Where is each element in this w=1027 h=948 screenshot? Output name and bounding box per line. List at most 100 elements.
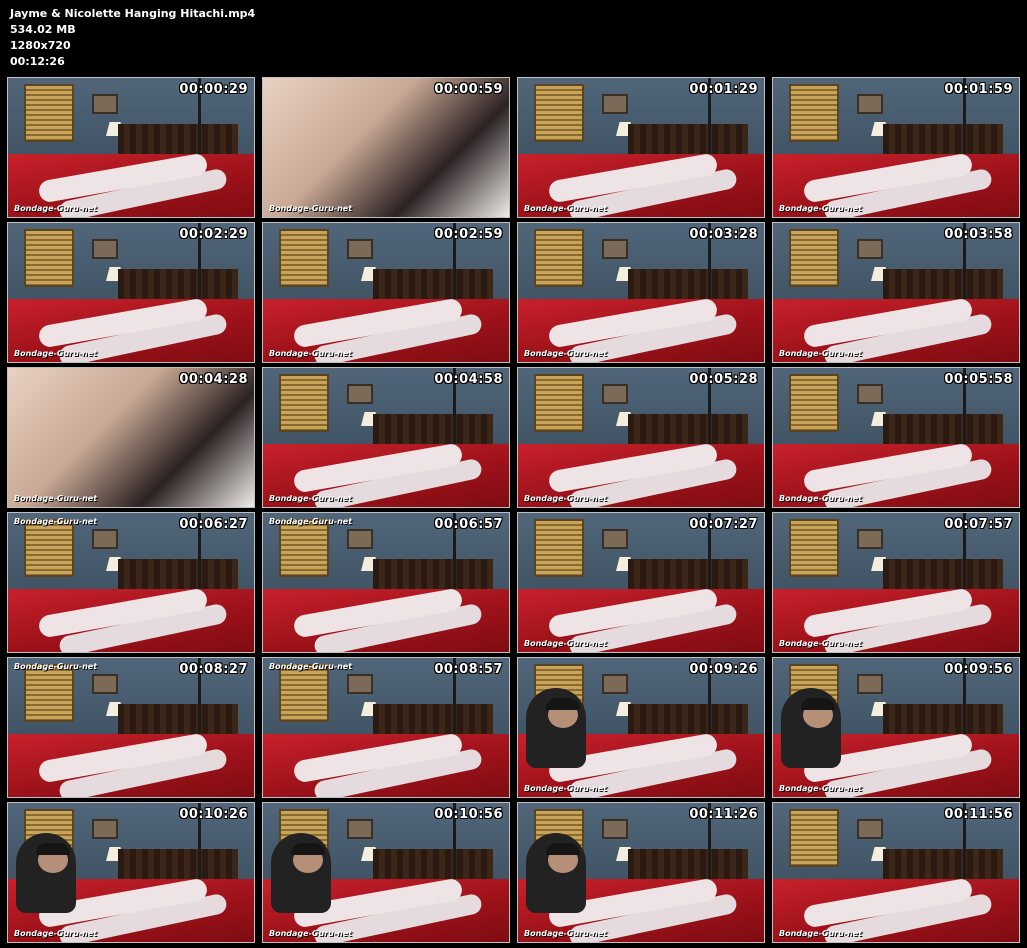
- thumbnail-timestamp: 00:01:59: [944, 82, 1013, 97]
- video-thumbnail[interactable]: 00:08:27 Bondage-Guru-net: [7, 657, 255, 798]
- thumbnail-timestamp: 00:02:59: [434, 227, 503, 242]
- video-thumbnail[interactable]: 00:10:56 Bondage-Guru-net: [262, 802, 510, 943]
- video-thumbnail[interactable]: 00:02:59 Bondage-Guru-net: [262, 222, 510, 363]
- thumbnail-image: [518, 658, 764, 797]
- video-thumbnail[interactable]: 00:01:59 Bondage-Guru-net: [772, 77, 1020, 218]
- thumbnail-timestamp: 00:07:57: [944, 517, 1013, 532]
- video-thumbnail[interactable]: 00:08:57 Bondage-Guru-net: [262, 657, 510, 798]
- thumbnail-timestamp: 00:00:59: [434, 82, 503, 97]
- thumbnail-timestamp: 00:03:28: [689, 227, 758, 242]
- thumbnail-image: [773, 223, 1019, 362]
- thumbnail-timestamp: 00:08:27: [179, 662, 248, 677]
- video-thumbnail[interactable]: 00:09:56 Bondage-Guru-net: [772, 657, 1020, 798]
- thumbnail-timestamp: 00:05:58: [944, 372, 1013, 387]
- thumbnail-timestamp: 00:09:56: [944, 662, 1013, 677]
- thumbnail-timestamp: 00:00:29: [179, 82, 248, 97]
- thumbnail-watermark: Bondage-Guru-net: [14, 662, 98, 671]
- thumbnail-image: [518, 368, 764, 507]
- video-thumbnail[interactable]: 00:04:58 Bondage-Guru-net: [262, 367, 510, 508]
- thumbnail-watermark: Bondage-Guru-net: [779, 204, 863, 213]
- thumbnail-watermark: Bondage-Guru-net: [524, 929, 608, 938]
- video-thumbnail[interactable]: 00:05:58 Bondage-Guru-net: [772, 367, 1020, 508]
- thumbnail-watermark: Bondage-Guru-net: [779, 494, 863, 503]
- thumbnail-image: [773, 513, 1019, 652]
- thumbnail-watermark: Bondage-Guru-net: [14, 204, 98, 213]
- thumbnail-watermark: Bondage-Guru-net: [269, 662, 353, 671]
- video-thumbnail[interactable]: 00:00:59 Bondage-Guru-net: [262, 77, 510, 218]
- thumbnail-timestamp: 00:11:56: [944, 807, 1013, 822]
- thumbnail-timestamp: 00:02:29: [179, 227, 248, 242]
- thumbnail-timestamp: 00:07:27: [689, 517, 758, 532]
- thumbnail-watermark: Bondage-Guru-net: [524, 349, 608, 358]
- video-thumbnail[interactable]: 00:03:58 Bondage-Guru-net: [772, 222, 1020, 363]
- video-thumbnail[interactable]: 00:03:28 Bondage-Guru-net: [517, 222, 765, 363]
- thumbnail-timestamp: 00:04:28: [179, 372, 248, 387]
- video-thumbnail[interactable]: 00:02:29 Bondage-Guru-net: [7, 222, 255, 363]
- thumbnail-timestamp: 00:03:58: [944, 227, 1013, 242]
- thumbnail-watermark: Bondage-Guru-net: [269, 204, 353, 213]
- thumbnail-image: [8, 513, 254, 652]
- thumbnail-image: [8, 223, 254, 362]
- thumbnail-timestamp: 00:05:28: [689, 372, 758, 387]
- thumbnail-image: [8, 658, 254, 797]
- thumbnail-image: [8, 368, 254, 507]
- video-thumbnail[interactable]: 00:06:27 Bondage-Guru-net: [7, 512, 255, 653]
- video-thumbnail[interactable]: 00:07:27 Bondage-Guru-net: [517, 512, 765, 653]
- video-thumbnail[interactable]: 00:09:26 Bondage-Guru-net: [517, 657, 765, 798]
- thumbnail-image: [518, 513, 764, 652]
- video-thumbnail[interactable]: 00:07:57 Bondage-Guru-net: [772, 512, 1020, 653]
- video-resolution: 1280x720: [10, 39, 71, 52]
- thumbnail-watermark: Bondage-Guru-net: [14, 494, 98, 503]
- thumbnail-image: [773, 368, 1019, 507]
- thumbnail-image: [518, 78, 764, 217]
- video-thumbnail[interactable]: 00:05:28 Bondage-Guru-net: [517, 367, 765, 508]
- thumbnail-timestamp: 00:08:57: [434, 662, 503, 677]
- thumbnail-watermark: Bondage-Guru-net: [779, 639, 863, 648]
- thumbnail-watermark: Bondage-Guru-net: [524, 639, 608, 648]
- thumbnail-watermark: Bondage-Guru-net: [14, 349, 98, 358]
- thumbnail-timestamp: 00:06:57: [434, 517, 503, 532]
- thumbnail-watermark: Bondage-Guru-net: [524, 784, 608, 793]
- thumbnail-grid: 00:00:29 Bondage-Guru-net 00:00:59 Bondage-…: [7, 77, 1020, 943]
- thumbnail-timestamp: 00:11:26: [689, 807, 758, 822]
- thumbnail-image: [263, 513, 509, 652]
- thumbnail-watermark: Bondage-Guru-net: [269, 517, 353, 526]
- thumbnail-watermark: Bondage-Guru-net: [269, 349, 353, 358]
- video-thumbnail[interactable]: 00:01:29 Bondage-Guru-net: [517, 77, 765, 218]
- thumbnail-timestamp: 00:01:29: [689, 82, 758, 97]
- thumbnail-watermark: Bondage-Guru-net: [524, 204, 608, 213]
- thumbnail-watermark: Bondage-Guru-net: [779, 784, 863, 793]
- thumbnail-image: [773, 78, 1019, 217]
- thumbnail-watermark: Bondage-Guru-net: [779, 929, 863, 938]
- video-duration: 00:12:26: [10, 55, 65, 68]
- video-thumbnail[interactable]: 00:00:29 Bondage-Guru-net: [7, 77, 255, 218]
- thumbnail-image: [263, 78, 509, 217]
- thumbnail-watermark: Bondage-Guru-net: [524, 494, 608, 503]
- video-thumbnail[interactable]: 00:11:26 Bondage-Guru-net: [517, 802, 765, 943]
- video-thumbnail[interactable]: 00:06:57 Bondage-Guru-net: [262, 512, 510, 653]
- thumbnail-image: [8, 78, 254, 217]
- thumbnail-timestamp: 00:04:58: [434, 372, 503, 387]
- thumbnail-image: [8, 803, 254, 942]
- thumbnail-image: [263, 803, 509, 942]
- thumbnail-image: [518, 223, 764, 362]
- video-thumbnail[interactable]: 00:04:28 Bondage-Guru-net: [7, 367, 255, 508]
- thumbnail-timestamp: 00:09:26: [689, 662, 758, 677]
- thumbnail-image: [263, 658, 509, 797]
- thumbnail-image: [518, 803, 764, 942]
- thumbnail-timestamp: 00:10:26: [179, 807, 248, 822]
- file-info-header: Jayme & Nicolette Hanging Hitachi.mp4 53…: [10, 6, 610, 70]
- thumbnail-timestamp: 00:10:56: [434, 807, 503, 822]
- video-thumbnail[interactable]: 00:11:56 Bondage-Guru-net: [772, 802, 1020, 943]
- thumbnail-watermark: Bondage-Guru-net: [14, 929, 98, 938]
- thumbnail-image: [773, 658, 1019, 797]
- video-thumbnail[interactable]: 00:10:26 Bondage-Guru-net: [7, 802, 255, 943]
- thumbnail-image: [263, 368, 509, 507]
- thumbnail-image: [263, 223, 509, 362]
- thumbnail-timestamp: 00:06:27: [179, 517, 248, 532]
- thumbnail-image: [773, 803, 1019, 942]
- thumbnail-watermark: Bondage-Guru-net: [269, 929, 353, 938]
- thumbnail-watermark: Bondage-Guru-net: [269, 494, 353, 503]
- thumbnail-watermark: Bondage-Guru-net: [14, 517, 98, 526]
- thumbnail-watermark: Bondage-Guru-net: [779, 349, 863, 358]
